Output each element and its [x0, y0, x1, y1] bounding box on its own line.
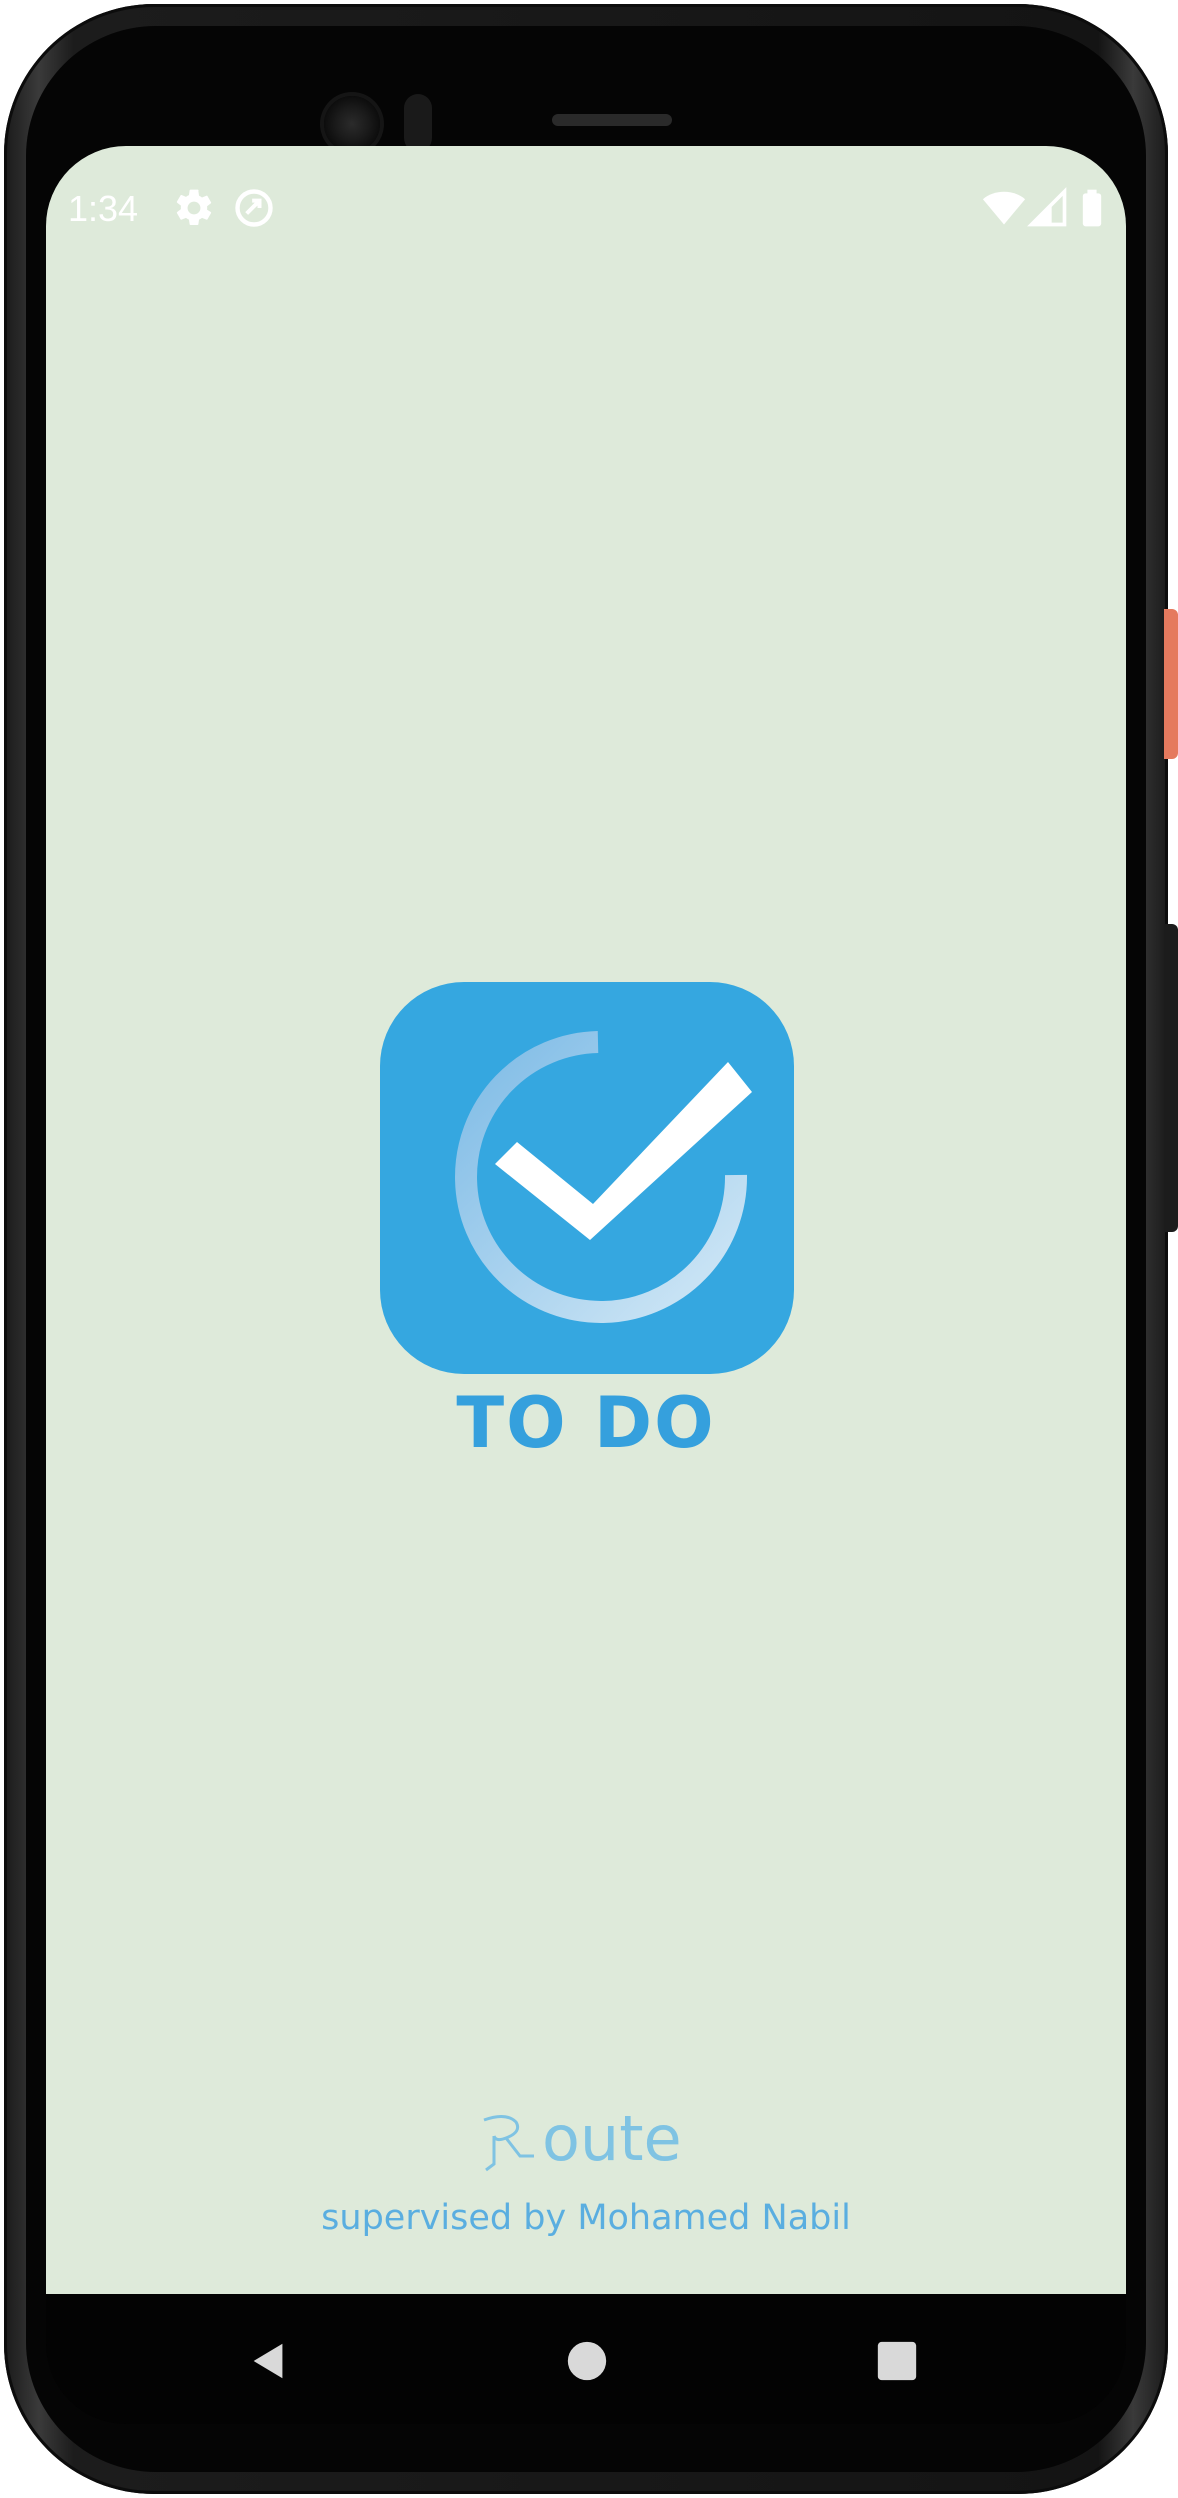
- proximity-sensor: [404, 94, 432, 152]
- earpiece-speaker: [552, 114, 672, 126]
- home-icon[interactable]: [564, 2338, 610, 2384]
- wifi-icon: [982, 191, 1026, 225]
- gear-icon: [176, 189, 212, 226]
- recents-icon[interactable]: [874, 2338, 920, 2384]
- navigation-bar: [46, 2294, 1126, 2424]
- splash-screen: 1:34 TO DO oute supervised by Mohamed Na…: [46, 146, 1126, 2294]
- front-camera: [324, 96, 380, 152]
- app-title: TO DO: [456, 1382, 716, 1464]
- route-brand-logo: oute: [476, 2102, 706, 2182]
- supervised-by-text: supervised by Mohamed Nabil: [321, 2198, 851, 2238]
- data-saver-icon: [235, 189, 273, 227]
- volume-button: [1164, 924, 1178, 1232]
- back-icon[interactable]: [246, 2338, 292, 2384]
- cell-signal-icon: [1027, 187, 1067, 227]
- status-bar: 1:34: [46, 186, 1126, 238]
- checkmark-icon: [455, 1031, 752, 1323]
- status-time: 1:34: [68, 188, 139, 229]
- route-logo-icon: [483, 2115, 534, 2172]
- route-logo-text: oute: [542, 2102, 682, 2175]
- power-button: [1164, 609, 1178, 759]
- battery-icon: [1082, 189, 1102, 227]
- app-logo: [380, 982, 794, 1374]
